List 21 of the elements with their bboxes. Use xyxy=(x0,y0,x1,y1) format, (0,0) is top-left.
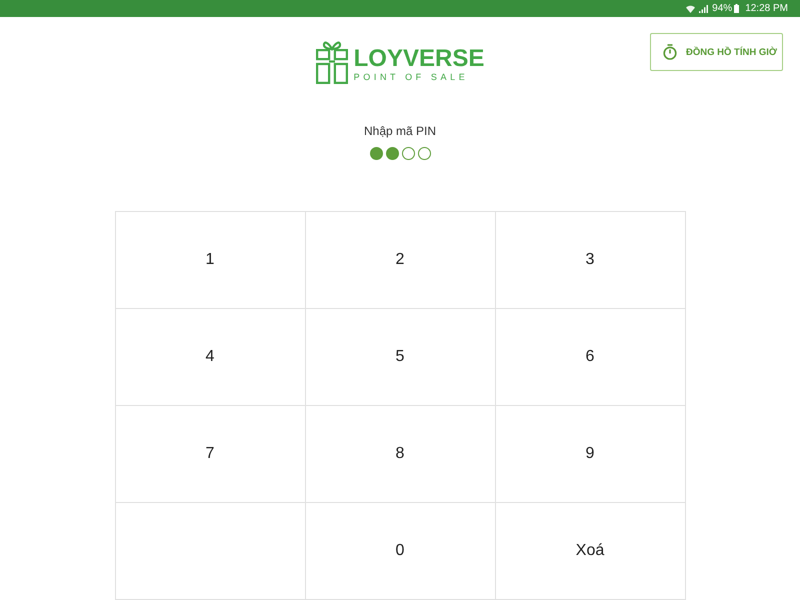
pin-prompt: Nhập mã PIN xyxy=(364,124,436,138)
digit-key[interactable]: 7 xyxy=(116,406,306,503)
brand-name: LOYVERSE xyxy=(354,45,484,72)
signal-icon xyxy=(699,4,708,12)
digit-key[interactable]: 6 xyxy=(496,309,686,406)
battery-percent: 94% xyxy=(712,2,732,14)
gift-logo-icon xyxy=(316,40,348,84)
clock-time: 12:28 PM xyxy=(745,2,788,14)
stopwatch-icon xyxy=(663,44,677,60)
brand-tagline: POINT OF SALE xyxy=(354,72,468,83)
digit-key[interactable]: 4 xyxy=(116,309,306,406)
digit-key[interactable]: 5 xyxy=(306,309,496,406)
digit-key[interactable]: 0 xyxy=(306,503,496,600)
wifi-icon xyxy=(686,4,696,12)
battery-icon xyxy=(734,4,740,13)
delete-key[interactable]: Xoá xyxy=(496,503,686,600)
digit-key[interactable]: 2 xyxy=(306,212,496,309)
digit-key[interactable]: 1 xyxy=(116,212,306,309)
digit-key[interactable]: 9 xyxy=(496,406,686,503)
digit-key[interactable]: 3 xyxy=(496,212,686,309)
digit-key[interactable]: 8 xyxy=(306,406,496,503)
